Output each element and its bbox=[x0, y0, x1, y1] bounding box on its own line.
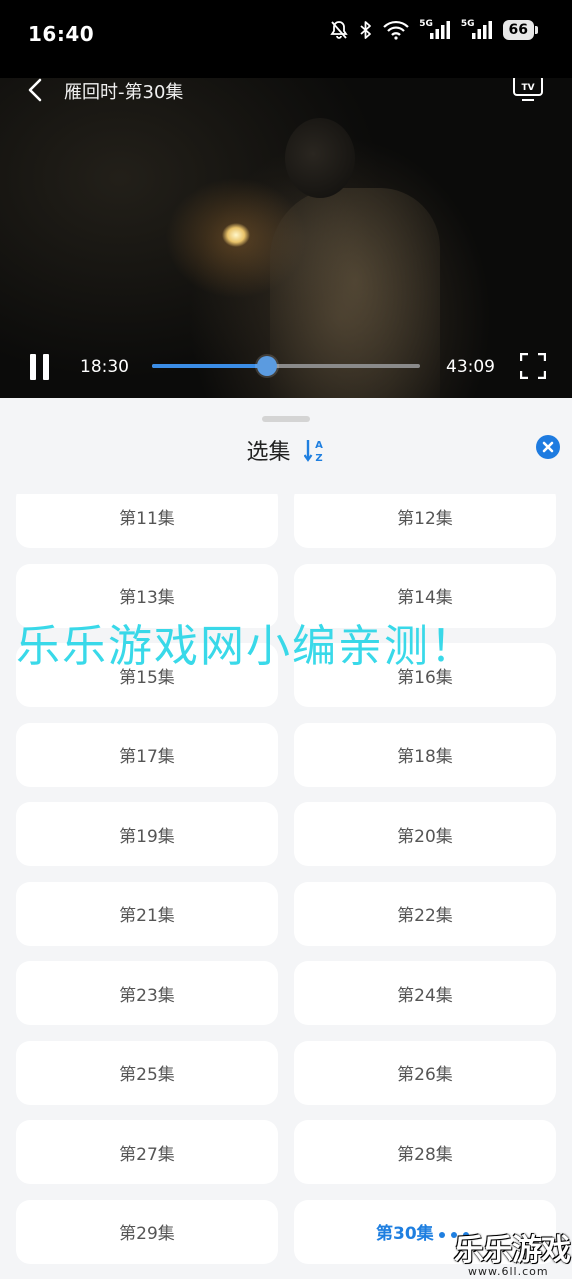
episode-sheet: 选集 AZ 第11集 第12集 第13集 第14集 第15集 第16集 第17集 第18集 第1… bbox=[0, 398, 572, 1279]
episode-item[interactable]: 第19集 bbox=[16, 802, 278, 866]
episode-item[interactable]: 第18集 bbox=[294, 722, 556, 787]
episode-item[interactable]: 第29集 bbox=[16, 1199, 278, 1264]
status-time: 16:40 bbox=[28, 22, 95, 46]
battery-indicator: 66 bbox=[502, 20, 539, 40]
episode-label: 第28集 bbox=[397, 1144, 453, 1165]
episode-item[interactable]: 第27集 bbox=[16, 1120, 278, 1184]
episode-label: 第26集 bbox=[397, 1065, 453, 1085]
video-title: 雁回时-第30集 bbox=[64, 82, 184, 103]
episode-item[interactable]: 第23集 bbox=[16, 961, 278, 1025]
site-logo: 乐乐游戏 www.6ll.com bbox=[454, 1225, 572, 1279]
pause-icon bbox=[30, 354, 36, 380]
episode-label: 第14集 bbox=[397, 588, 453, 608]
episode-label: 第27集 bbox=[119, 1144, 175, 1165]
episode-label: 第22集 bbox=[397, 906, 453, 926]
episode-label: 第17集 bbox=[119, 747, 175, 767]
current-time: 18:30 bbox=[80, 357, 129, 377]
drag-handle[interactable] bbox=[262, 416, 310, 422]
status-icons: 5G 5G 66 bbox=[329, 20, 539, 40]
episode-item[interactable]: 第20集 bbox=[294, 802, 556, 866]
episode-item[interactable]: 第24集 bbox=[294, 961, 556, 1025]
episode-label: 第11集 bbox=[119, 508, 175, 529]
fullscreen-icon bbox=[519, 352, 547, 380]
video-frame-head bbox=[285, 118, 355, 198]
episode-item[interactable]: 第21集 bbox=[16, 881, 278, 946]
back-button[interactable] bbox=[24, 78, 48, 102]
logo-url: www.6ll.com bbox=[468, 1265, 549, 1278]
chevron-left-icon bbox=[28, 78, 42, 102]
sort-az-icon[interactable]: AZ bbox=[303, 437, 326, 463]
episode-label: 第21集 bbox=[119, 906, 175, 926]
close-icon bbox=[542, 441, 554, 453]
sheet-title: 选集 AZ bbox=[0, 434, 572, 466]
pause-button[interactable] bbox=[28, 354, 52, 380]
video-player[interactable]: 雁回时-第30集 TV 18:30 43:09 bbox=[0, 78, 572, 398]
episode-item[interactable]: 第26集 bbox=[294, 1040, 556, 1105]
svg-text:Z: Z bbox=[315, 453, 322, 463]
episode-label: 第24集 bbox=[397, 985, 453, 1006]
episode-item[interactable]: 第11集 bbox=[16, 494, 278, 548]
episode-label: 第25集 bbox=[119, 1065, 175, 1085]
cast-tv-button[interactable]: TV bbox=[512, 78, 544, 102]
svg-text:A: A bbox=[315, 440, 323, 451]
episode-label: 第23集 bbox=[119, 985, 175, 1006]
signal-5g-icon: 5G bbox=[461, 20, 493, 40]
wifi-icon bbox=[383, 20, 409, 40]
logo-text: 乐乐游戏 bbox=[454, 1233, 571, 1268]
episode-label: 第19集 bbox=[119, 826, 175, 847]
svg-text:TV: TV bbox=[521, 83, 534, 93]
watermark-text: 乐乐游戏网小编亲测！ bbox=[16, 621, 476, 672]
episode-label: 第29集 bbox=[119, 1224, 175, 1244]
progress-fill bbox=[152, 364, 267, 368]
close-button[interactable] bbox=[536, 435, 560, 459]
status-bar: 16:40 5G 5G 66 bbox=[0, 0, 572, 78]
progress-thumb[interactable] bbox=[256, 356, 277, 376]
episode-item[interactable]: 第22集 bbox=[294, 881, 556, 946]
episode-label: 第12集 bbox=[397, 508, 453, 529]
signal-5g-icon: 5G bbox=[419, 20, 451, 40]
progress-bar[interactable] bbox=[152, 356, 420, 376]
episode-label: 第13集 bbox=[119, 588, 175, 608]
episode-label: 第20集 bbox=[397, 826, 453, 847]
episode-label: 第18集 bbox=[397, 747, 453, 767]
tv-icon: TV bbox=[513, 78, 543, 101]
fullscreen-button[interactable] bbox=[519, 352, 547, 380]
episode-label: 第30集 bbox=[376, 1224, 434, 1244]
bluetooth-icon bbox=[359, 20, 373, 40]
total-time: 43:09 bbox=[446, 357, 495, 377]
episode-item[interactable]: 第28集 bbox=[294, 1120, 556, 1184]
mute-bell-icon bbox=[329, 20, 349, 40]
episode-item[interactable]: 第17集 bbox=[16, 722, 278, 787]
episode-item[interactable]: 第12集 bbox=[294, 494, 556, 548]
episode-item[interactable]: 第25集 bbox=[16, 1040, 278, 1105]
